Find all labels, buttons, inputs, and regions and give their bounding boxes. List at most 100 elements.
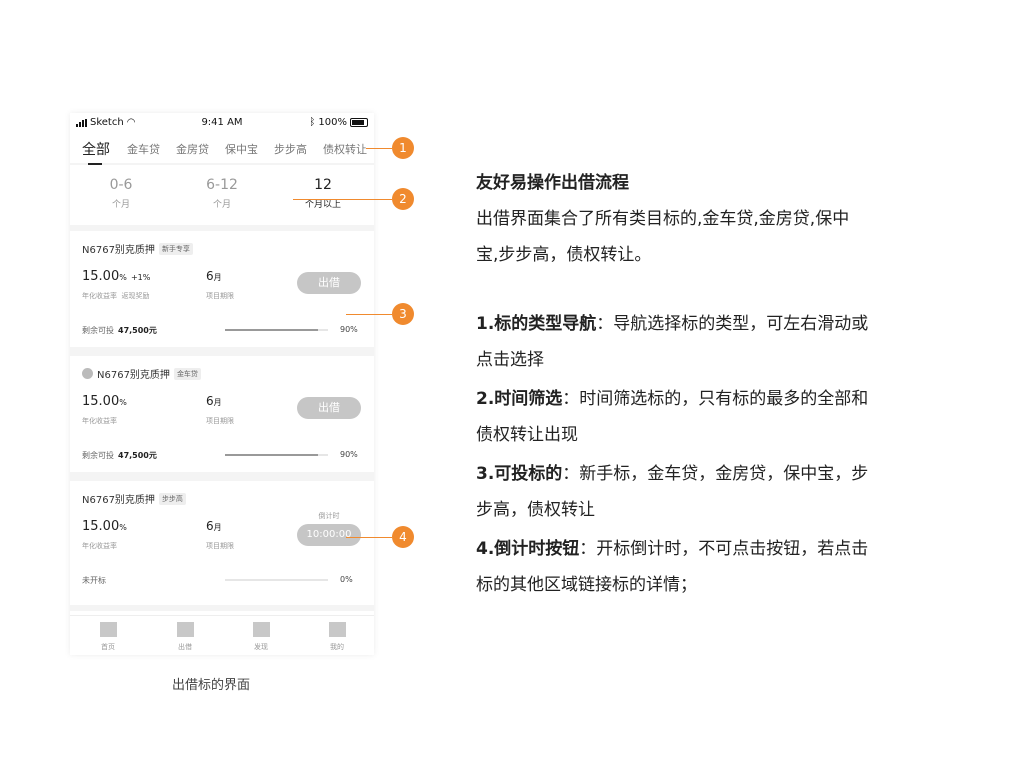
invest-icon <box>176 622 194 637</box>
point-1-head: 1.标的类型导航 <box>476 314 597 334</box>
term-value: 6 <box>206 519 214 533</box>
rate-label-row: 年化收益率 返现奖励 <box>82 291 149 301</box>
point-1-cont: 点击选择 <box>476 350 544 370</box>
card-title: N6767别克质押 <box>82 245 155 256</box>
remaining-label: 剩余可投 <box>82 326 114 335</box>
point-4-head: 4.倒计时按钮 <box>476 539 580 559</box>
bottom-tab-bar: 首页 出借 发现 我的 <box>70 615 374 655</box>
loan-card[interactable]: N6767别克质押 金车贷 15.00% 年化收益率 6月 项目期限 出借 剩余… <box>70 356 374 472</box>
rate-unit: % <box>119 398 127 407</box>
term-label: 项目期限 <box>206 417 234 425</box>
card-title: N6767别克质押 <box>97 370 170 381</box>
loan-card[interactable]: N6767别克质押 步步高 15.00% 年化收益率 6月 项目期限 倒计时 1… <box>70 481 374 605</box>
point-4-cont: 标的其他区域链接标的详情； <box>476 575 697 595</box>
tabbar-label: 首页 <box>101 643 115 651</box>
loan-card[interactable]: N6767别克质押 新手专享 15.00% +1% 年化收益率 返现奖励 6月 … <box>70 231 374 347</box>
phone-mockup: Sketch ◠ 9:41 AM ᛒ 100% 全部 金车贷 金房贷 保中宝 步… <box>70 113 374 655</box>
progress-bar <box>225 579 328 581</box>
term-label: 项目期限 <box>206 542 234 550</box>
term: 6月 <box>206 269 222 283</box>
invest-button[interactable]: 出借 <box>297 397 361 419</box>
point-2-cont: 债权转让出现 <box>476 425 578 445</box>
rate-unit: % <box>119 523 127 532</box>
progress-bar <box>225 454 328 456</box>
filter-6-12[interactable]: 6-12 个月 <box>182 177 262 210</box>
tabbar-invest[interactable]: 出借 <box>165 622 205 652</box>
term-value: 6 <box>206 269 214 283</box>
rate-value: 15.00 <box>82 519 120 534</box>
type-tabs: 全部 金车贷 金房贷 保中宝 步步高 债权转让 <box>70 133 374 165</box>
point-4-text: ：开标倒计时，不可点击按钮，若点击 <box>579 539 869 559</box>
filter-unit: 个月 <box>212 200 231 210</box>
heading-text: 友好易操作出借流程 <box>476 173 629 193</box>
card-title: N6767别克质押 <box>82 495 155 506</box>
rate-label: 年化收益率 <box>82 417 117 425</box>
mockup-caption: 出借标的界面 <box>172 678 251 693</box>
tabbar-label: 出借 <box>178 643 192 651</box>
battery-percent: 100% <box>318 117 347 128</box>
bonus-label: 返现奖励 <box>121 292 150 300</box>
rate-bonus: +1% <box>130 273 151 282</box>
filter-0-6[interactable]: 0-6 个月 <box>81 177 161 210</box>
callout-3: 3 <box>392 303 414 325</box>
callout-line <box>366 148 392 149</box>
point-3: 3.可投标的：新手标，金车贷，金房贷，保中宝，步 <box>476 456 966 492</box>
invest-button[interactable]: 出借 <box>297 272 361 294</box>
remaining-amount: 47,500元 <box>118 326 157 335</box>
point-3-text: ：新手标，金车贷，金房贷，保中宝，步 <box>562 464 869 484</box>
card-title-row: N6767别克质押 步步高 <box>82 491 186 506</box>
tab-all[interactable]: 全部 <box>82 139 110 159</box>
tabbar-mine[interactable]: 我的 <box>317 622 357 652</box>
remaining-row: 剩余可投 47,500元 <box>82 325 157 336</box>
status-bar: Sketch ◠ 9:41 AM ᛒ 100% <box>70 113 374 133</box>
card-tag: 新手专享 <box>158 242 193 255</box>
term-unit: 月 <box>213 523 222 532</box>
tab-house-loan[interactable]: 金房贷 <box>176 141 209 157</box>
intro-line-2: 宝,步步高，债权转让。 <box>476 245 652 265</box>
card-title-row: N6767别克质押 新手专享 <box>82 241 193 256</box>
rate-unit: % <box>119 273 127 282</box>
tab-bubugao[interactable]: 步步高 <box>274 141 307 157</box>
point-1: 1.标的类型导航：导航选择标的类型，可左右滑动或 <box>476 306 966 342</box>
point-1-text: ：导航选择标的类型，可左右滑动或 <box>596 314 869 334</box>
callout-1: 1 <box>392 137 414 159</box>
intro-line-1: 出借界面集合了所有类目标的,金车贷,金房贷,保中 <box>476 209 850 229</box>
filter-range: 0-6 <box>109 177 133 193</box>
filter-12-plus[interactable]: 12 个月以上 <box>283 177 363 210</box>
car-logo-icon <box>82 368 93 379</box>
rate-value: 15.00 <box>82 394 120 409</box>
term-label: 项目期限 <box>206 292 234 300</box>
callout-2: 2 <box>392 188 414 210</box>
card-tag: 步步高 <box>158 492 186 505</box>
remaining-row: 剩余可投 47,500元 <box>82 450 157 461</box>
point-2: 2.时间筛选：时间筛选标的，只有标的最多的全部和 <box>476 381 966 417</box>
time-filters: 0-6 个月 6-12 个月 12 个月以上 <box>70 165 374 225</box>
term-value: 6 <box>206 394 214 408</box>
progress-fill <box>225 454 318 456</box>
annual-rate: 15.00% +1% <box>82 269 150 284</box>
callout-line <box>293 199 392 200</box>
rate-value: 15.00 <box>82 269 120 284</box>
point-2-head: 2.时间筛选 <box>476 389 563 409</box>
tab-debt-transfer[interactable]: 债权转让 <box>323 141 367 157</box>
tab-baozhongbao[interactable]: 保中宝 <box>225 141 258 157</box>
tabbar-label: 发现 <box>254 643 268 651</box>
tab-car-loan[interactable]: 金车贷 <box>127 141 160 157</box>
tabbar-home[interactable]: 首页 <box>88 622 128 652</box>
rate-label: 年化收益率 <box>82 292 117 300</box>
description-heading: 友好易操作出借流程 <box>476 165 976 201</box>
countdown-label: 倒计时 <box>318 512 340 520</box>
tabbar-discover[interactable]: 发现 <box>241 622 281 652</box>
callout-line <box>346 314 392 315</box>
callout-4: 4 <box>392 526 414 548</box>
point-4: 4.倒计时按钮：开标倒计时，不可点击按钮，若点击 <box>476 531 966 567</box>
term: 6月 <box>206 394 222 408</box>
term-unit: 月 <box>213 398 222 407</box>
annual-rate: 15.00% <box>82 519 127 534</box>
progress-percent: 90% <box>340 325 358 334</box>
point-3-cont: 步高，债权转让 <box>476 500 595 520</box>
filter-unit: 个月 <box>111 200 130 210</box>
card-title-row: N6767别克质押 金车贷 <box>82 366 201 381</box>
discover-icon <box>252 622 270 637</box>
bluetooth-icon: ᛒ <box>309 117 316 128</box>
